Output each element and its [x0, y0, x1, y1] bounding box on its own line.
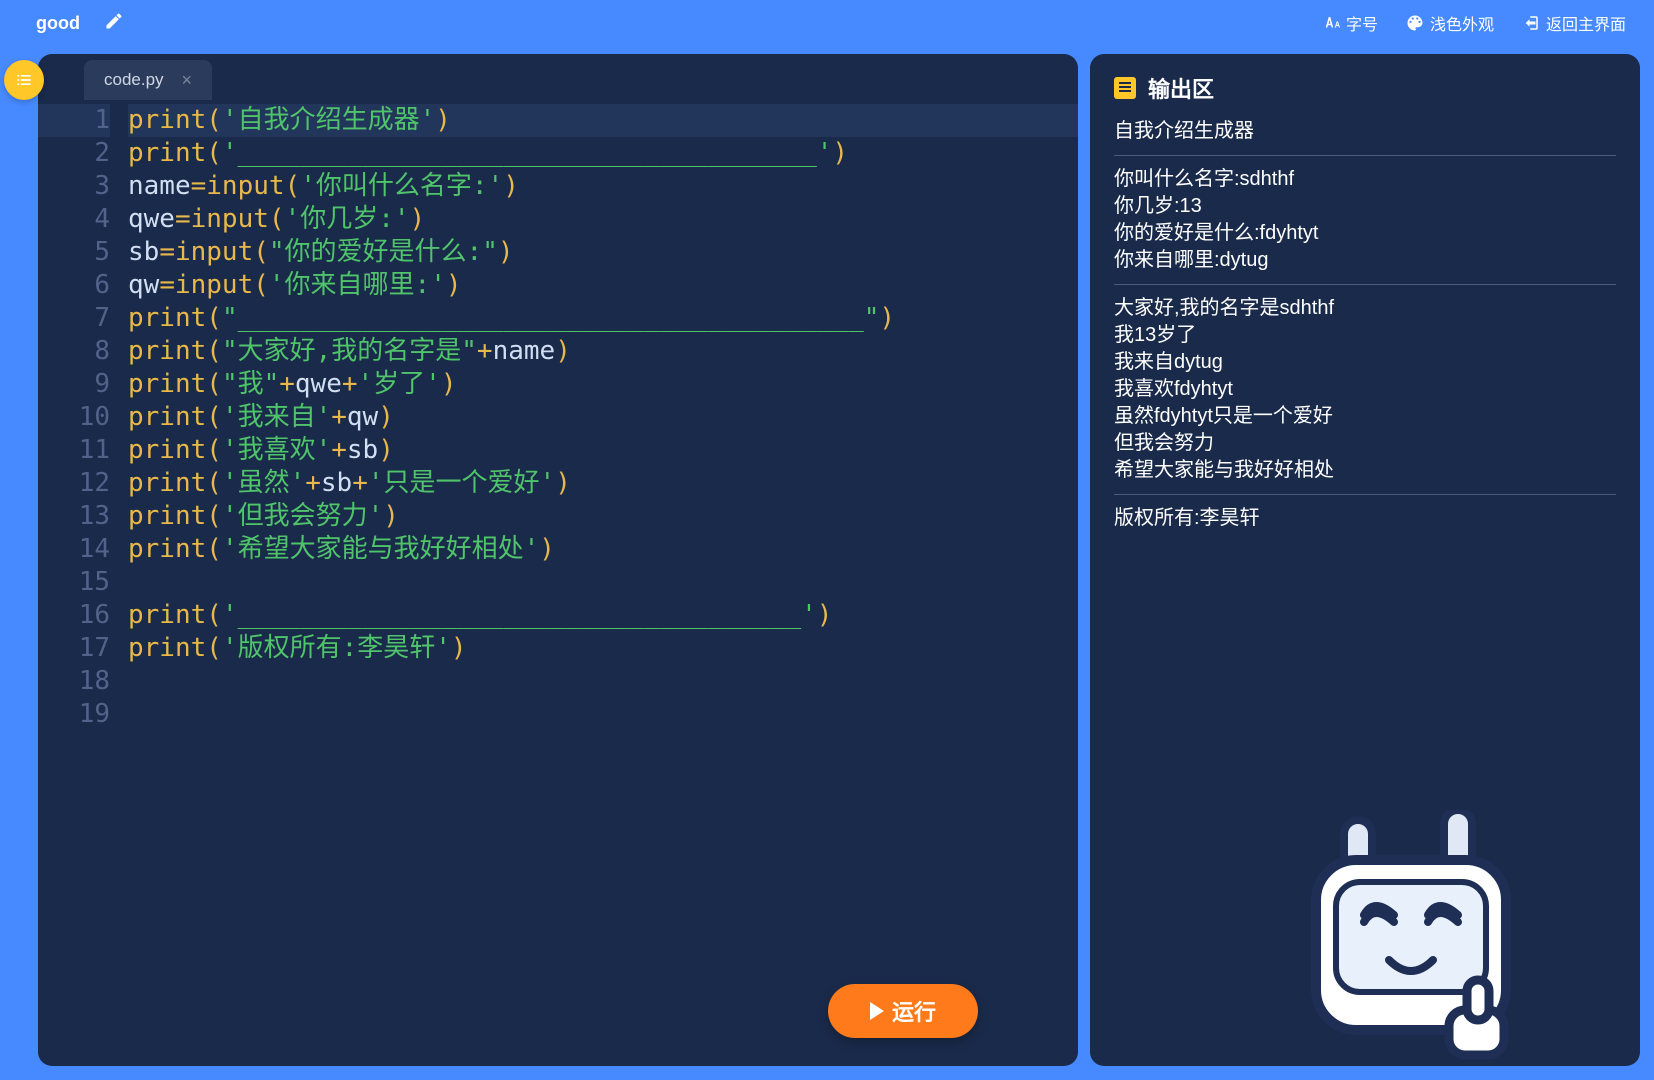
- code-line[interactable]: qwe=input('你几岁:'): [128, 203, 1078, 236]
- code-line[interactable]: print('版权所有:李昊轩'): [128, 632, 1078, 665]
- tab-filename: code.py: [104, 70, 164, 90]
- code-line[interactable]: print("_________________________________…: [128, 302, 1078, 335]
- line-number: 6: [38, 269, 110, 302]
- run-button[interactable]: 运行: [828, 984, 978, 1038]
- code-line[interactable]: print('希望大家能与我好好相处'): [128, 533, 1078, 566]
- code-line[interactable]: name=input('你叫什么名字:'): [128, 170, 1078, 203]
- code-line[interactable]: qw=input('你来自哪里:'): [128, 269, 1078, 302]
- code-line[interactable]: print("我"+qwe+'岁了'): [128, 368, 1078, 401]
- topbar: good 字号 浅色外观 返回主界面: [0, 0, 1654, 46]
- output-line: 但我会努力: [1114, 430, 1616, 457]
- output-divider: [1114, 155, 1616, 156]
- line-number: 5: [38, 236, 110, 269]
- line-number: 18: [38, 665, 110, 698]
- tab-row: code.py ×: [38, 54, 1078, 100]
- code-line[interactable]: print('虽然'+sb+'只是一个爱好'): [128, 467, 1078, 500]
- output-line: 你的爱好是什么:fdyhtyt: [1114, 220, 1616, 247]
- code-line[interactable]: print('我喜欢'+sb): [128, 434, 1078, 467]
- document-icon: [1114, 77, 1136, 99]
- code-line[interactable]: print('我来自'+qw): [128, 401, 1078, 434]
- line-number: 7: [38, 302, 110, 335]
- back-button[interactable]: 返回主界面: [1522, 11, 1626, 35]
- output-title: 输出区: [1148, 72, 1214, 104]
- list-menu-button[interactable]: [4, 60, 44, 100]
- code-line[interactable]: print("大家好,我的名字是"+name): [128, 335, 1078, 368]
- font-size-label: 字号: [1346, 11, 1378, 35]
- output-line: 我来自dytug: [1114, 349, 1616, 376]
- line-number: 9: [38, 368, 110, 401]
- output-line: 希望大家能与我好好相处: [1114, 457, 1616, 484]
- output-line: 大家好,我的名字是sdhthf: [1114, 295, 1616, 322]
- output-line: 我13岁了: [1114, 322, 1616, 349]
- line-number: 12: [38, 467, 110, 500]
- back-label: 返回主界面: [1546, 11, 1626, 35]
- line-number: 15: [38, 566, 110, 599]
- line-number: 3: [38, 170, 110, 203]
- output-line: 版权所有:李昊轩: [1114, 505, 1616, 532]
- topbar-right: 字号 浅色外观 返回主界面: [1322, 11, 1626, 35]
- output-line: 你几岁:13: [1114, 193, 1616, 220]
- code-line[interactable]: sb=input("你的爱好是什么:"): [128, 236, 1078, 269]
- line-number: 4: [38, 203, 110, 236]
- line-number: 1: [38, 104, 110, 137]
- output-body: 自我介绍生成器你叫什么名字:sdhthf你几岁:13你的爱好是什么:fdyhty…: [1114, 118, 1616, 532]
- output-line: 你叫什么名字:sdhthf: [1114, 166, 1616, 193]
- code-line[interactable]: [128, 698, 1078, 731]
- file-tab[interactable]: code.py ×: [84, 60, 212, 100]
- line-number: 11: [38, 434, 110, 467]
- run-label: 运行: [892, 995, 936, 1027]
- play-icon: [870, 1002, 884, 1020]
- output-divider: [1114, 494, 1616, 495]
- font-size-button[interactable]: 字号: [1322, 11, 1378, 35]
- line-number: 13: [38, 500, 110, 533]
- code-line[interactable]: print('但我会努力'): [128, 500, 1078, 533]
- edit-icon[interactable]: [104, 11, 124, 36]
- code-area[interactable]: 12345678910111213141516171819 print('自我介…: [38, 100, 1078, 1066]
- output-line: 自我介绍生成器: [1114, 118, 1616, 145]
- code-line[interactable]: print('_________________________________…: [128, 137, 1078, 170]
- output-line: 你来自哪里:dytug: [1114, 247, 1616, 274]
- line-number: 10: [38, 401, 110, 434]
- code-line[interactable]: [128, 665, 1078, 698]
- output-pane: 输出区 自我介绍生成器你叫什么名字:sdhthf你几岁:13你的爱好是什么:fd…: [1090, 54, 1640, 1066]
- project-title: good: [36, 13, 80, 34]
- code-body[interactable]: print('自我介绍生成器')print('_________________…: [128, 104, 1078, 1066]
- code-line[interactable]: print('自我介绍生成器'): [128, 104, 1078, 137]
- line-number: 17: [38, 632, 110, 665]
- output-header: 输出区: [1114, 72, 1616, 104]
- code-line[interactable]: [128, 566, 1078, 599]
- main-area: code.py × 12345678910111213141516171819 …: [0, 46, 1654, 1080]
- output-line: 我喜欢fdyhtyt: [1114, 376, 1616, 403]
- code-line[interactable]: print('_________________________________…: [128, 599, 1078, 632]
- topbar-left: good: [36, 11, 124, 36]
- close-icon[interactable]: ×: [182, 70, 193, 91]
- editor-pane: code.py × 12345678910111213141516171819 …: [38, 54, 1078, 1066]
- line-number: 8: [38, 335, 110, 368]
- theme-button[interactable]: 浅色外观: [1406, 11, 1494, 35]
- line-number: 16: [38, 599, 110, 632]
- line-number: 2: [38, 137, 110, 170]
- line-number: 14: [38, 533, 110, 566]
- output-line: 虽然fdyhtyt只是一个爱好: [1114, 403, 1616, 430]
- output-divider: [1114, 284, 1616, 285]
- line-gutter: 12345678910111213141516171819: [38, 104, 128, 1066]
- line-number: 19: [38, 698, 110, 731]
- theme-label: 浅色外观: [1430, 11, 1494, 35]
